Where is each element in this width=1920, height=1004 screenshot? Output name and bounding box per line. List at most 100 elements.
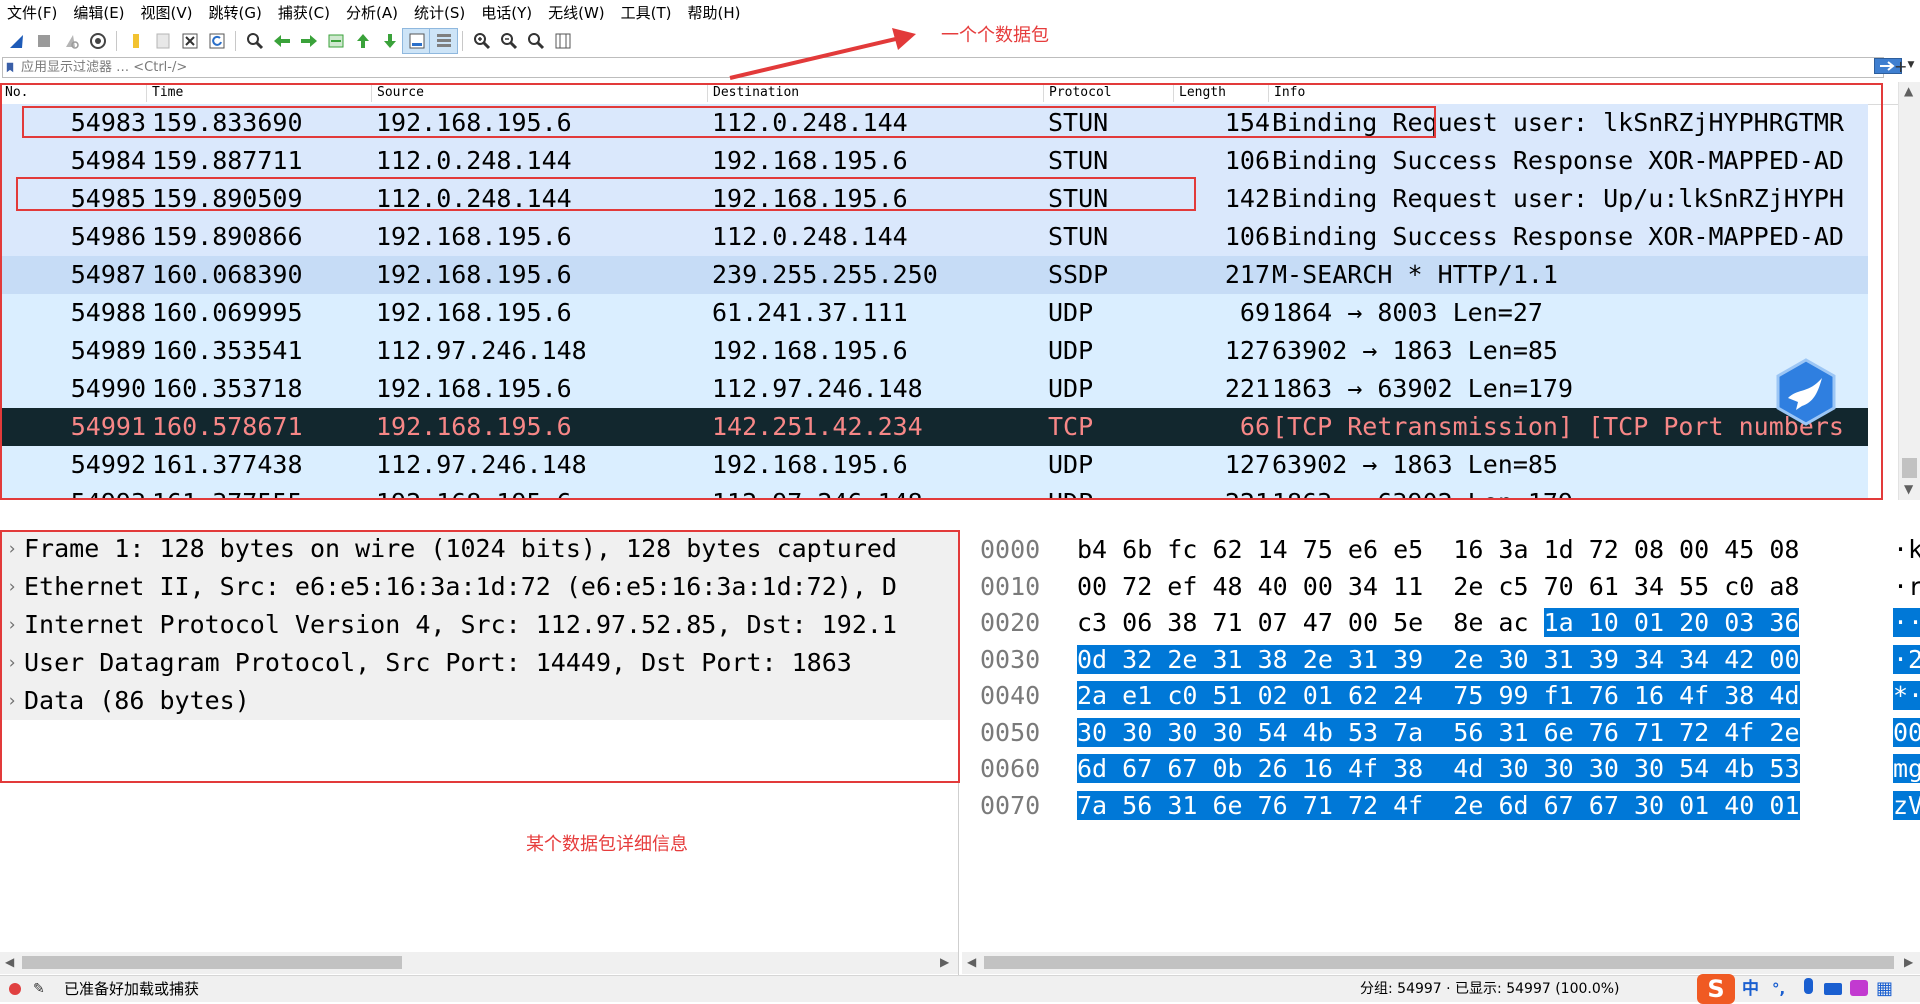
scroll-right-icon[interactable]: ▶ <box>940 955 949 969</box>
scroll-up-icon[interactable]: ▲ <box>1904 84 1913 98</box>
packet-row[interactable]: 54987 160.068390 192.168.195.6 239.255.255.… <box>0 256 1868 294</box>
packet-cell-time: 160.068390 <box>152 260 303 289</box>
detail-row-udp[interactable]: › User Datagram Protocol, Src Port: 14449… <box>0 644 958 682</box>
scroll-down-icon[interactable]: ▼ <box>1904 482 1913 496</box>
packet-details-pane: › Frame 1: 128 bytes on wire (1024 bits),… <box>0 530 959 975</box>
menu-item[interactable]: 编辑(E) <box>65 0 132 27</box>
packet-rows: 54983 159.833690 192.168.195.6 112.0.248.14… <box>0 104 1868 500</box>
floating-bird-logo[interactable] <box>1774 358 1838 426</box>
reload-icon[interactable] <box>203 29 230 53</box>
packet-row[interactable]: 54985 159.890509 112.0.248.144 192.168.195.… <box>0 180 1868 218</box>
packet-list-vertical-scrollbar[interactable]: ▲ ▼ <box>1898 82 1920 500</box>
column-header-no[interactable]: No. <box>0 85 151 102</box>
autoscroll-icon[interactable] <box>402 28 431 54</box>
column-header-protocol[interactable]: Protocol <box>1043 85 1174 102</box>
detail-row-ethernet[interactable]: › Ethernet II, Src: e6:e5:16:3a:1d:72 (e6… <box>0 568 958 606</box>
hex-bytes: 2a e1 c0 51 02 01 62 24 75 99 f1 76 16 4… <box>1077 681 1800 710</box>
ascii-bytes: 00 <box>1893 715 1920 751</box>
zoom-in-icon[interactable] <box>468 29 495 53</box>
packet-cell-no: 54985 <box>70 184 146 213</box>
detail-text: Data (86 bytes) <box>24 686 250 715</box>
scrollbar-thumb[interactable] <box>22 956 402 969</box>
packet-row[interactable]: 54992 161.377438 112.97.246.148 192.168.195… <box>0 446 1868 484</box>
keyboard-icon[interactable] <box>1824 983 1842 995</box>
packet-row[interactable]: 54990 160.353718 192.168.195.6 112.97.246.1… <box>0 370 1868 408</box>
column-header-time[interactable]: Time <box>146 85 372 102</box>
options-gear-icon[interactable] <box>84 29 111 53</box>
packet-cell-proto: UDP <box>1048 298 1094 327</box>
details-horizontal-scrollbar[interactable]: ◀ ▶ <box>0 952 958 974</box>
go-to-packet-icon[interactable] <box>322 29 349 53</box>
packet-list-header: No. Time Source Destination Protocol Len… <box>0 82 1905 105</box>
microphone-icon[interactable] <box>1804 978 1813 994</box>
packet-cell-dst: 239.255.255.250 <box>712 260 938 289</box>
menu-item[interactable]: 捕获(C) <box>270 0 338 27</box>
hex-offset: 0060 <box>980 754 1041 783</box>
detail-row-frame[interactable]: › Frame 1: 128 bytes on wire (1024 bits),… <box>0 530 958 568</box>
ime-mode-indicator[interactable]: 中 <box>1742 976 1759 1002</box>
column-header-length[interactable]: Length <box>1173 85 1269 102</box>
packet-cell-time: 159.890866 <box>152 222 303 251</box>
menu-item[interactable]: 分析(A) <box>338 0 406 27</box>
expand-chevron-icon[interactable]: › <box>0 606 24 644</box>
close-file-icon[interactable] <box>176 29 203 53</box>
last-packet-icon[interactable] <box>376 29 403 53</box>
packet-cell-proto: UDP <box>1048 374 1094 403</box>
detail-row-ip[interactable]: › Internet Protocol Version 4, Src: 112.9… <box>0 606 958 644</box>
zoom-out-icon[interactable] <box>495 29 522 53</box>
bytes-horizontal-scrollbar[interactable]: ◀ ▶ <box>962 952 1920 974</box>
scrollbar-thumb[interactable] <box>984 956 1894 969</box>
packet-row[interactable]: 54993 161.377555 192.168.195.6 112.97.246.1… <box>0 484 1868 500</box>
detail-text: Internet Protocol Version 4, Src: 112.97… <box>24 610 897 639</box>
toolbox-grid-icon[interactable]: ▦ <box>1876 976 1893 1002</box>
edit-comment-icon[interactable]: ✎ <box>33 976 45 1002</box>
stop-icon[interactable] <box>30 29 57 53</box>
skin-shirt-icon[interactable] <box>1850 980 1868 996</box>
expand-chevron-icon[interactable]: › <box>0 682 24 720</box>
expand-chevron-icon[interactable]: › <box>0 568 24 606</box>
status-packet-counts: 分组: 54997 · 已显示: 54997 (100.0%) <box>1360 981 1620 997</box>
packet-cell-len: 221 <box>1180 484 1270 500</box>
ascii-bytes: zV <box>1893 788 1920 824</box>
shark-fin-icon[interactable] <box>3 29 30 53</box>
colorize-icon[interactable] <box>429 28 458 54</box>
packet-row[interactable]: 54986 159.890866 192.168.195.6 112.0.248.14… <box>0 218 1868 256</box>
expand-chevron-icon[interactable]: › <box>0 644 24 682</box>
sogou-ime-icon[interactable]: S <box>1697 974 1735 1004</box>
packet-cell-dst: 112.97.246.148 <box>712 484 923 500</box>
display-filter-bar: ▼ + <box>0 56 1920 78</box>
menu-item[interactable]: 文件(F) <box>0 0 65 27</box>
add-filter-button-icon[interactable]: + <box>1894 57 1907 76</box>
detail-row-data[interactable]: › Data (86 bytes) <box>0 682 958 720</box>
detail-text: Ethernet II, Src: e6:e5:16:3a:1d:72 (e6:… <box>24 572 897 601</box>
resize-columns-icon[interactable] <box>549 29 576 53</box>
scroll-left-icon[interactable]: ◀ <box>5 955 14 969</box>
packet-row[interactable]: 54984 159.887711 112.0.248.144 192.168.195.… <box>0 142 1868 180</box>
save-file-icon[interactable] <box>149 29 176 53</box>
column-header-info[interactable]: Info <box>1268 85 1874 102</box>
menu-item[interactable]: 电话(Y) <box>473 0 540 27</box>
expand-chevron-icon[interactable]: › <box>0 530 24 568</box>
go-back-icon[interactable] <box>268 29 295 53</box>
ime-punctuation-indicator[interactable]: °, <box>1772 976 1785 1002</box>
restart-icon[interactable] <box>57 29 84 53</box>
packet-row[interactable]: 54991 160.578671 192.168.195.6 142.251.42.2… <box>0 408 1868 446</box>
first-packet-icon[interactable] <box>349 29 376 53</box>
scroll-left-icon[interactable]: ◀ <box>967 955 976 969</box>
menu-item[interactable]: 统计(S) <box>406 0 473 27</box>
menu-item[interactable]: 无线(W) <box>540 0 613 27</box>
find-icon[interactable] <box>241 29 268 53</box>
menu-item[interactable]: 跳转(G) <box>201 0 270 27</box>
open-file-icon[interactable] <box>122 29 149 53</box>
go-forward-icon[interactable] <box>295 29 322 53</box>
zoom-normal-icon[interactable] <box>522 29 549 53</box>
menu-item[interactable]: 工具(T) <box>613 0 680 27</box>
menu-item[interactable]: 视图(V) <box>133 0 201 27</box>
packet-row[interactable]: 54989 160.353541 112.97.246.148 192.168.195… <box>0 332 1868 370</box>
bookmark-icon[interactable] <box>3 59 17 76</box>
column-header-source[interactable]: Source <box>371 85 707 102</box>
packet-row[interactable]: 54983 159.833690 192.168.195.6 112.0.248.14… <box>0 104 1868 142</box>
scrollbar-thumb[interactable] <box>1902 458 1917 478</box>
scroll-right-icon[interactable]: ▶ <box>1904 955 1913 969</box>
packet-row[interactable]: 54988 160.069995 192.168.195.6 61.241.37.11… <box>0 294 1868 332</box>
